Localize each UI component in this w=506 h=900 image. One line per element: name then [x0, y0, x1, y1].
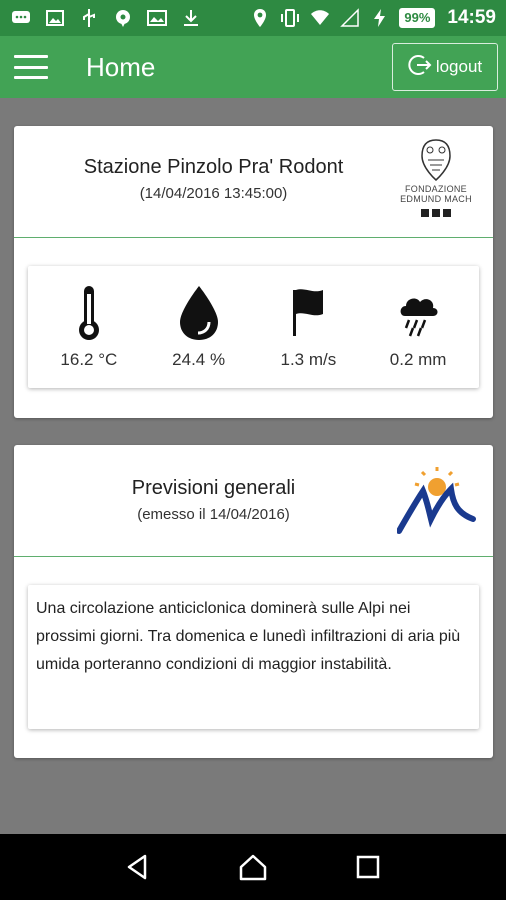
image-icon	[44, 8, 66, 28]
recents-icon	[357, 855, 380, 879]
flag-icon	[293, 289, 324, 336]
forecast-card: Previsioni generali (emesso il 14/04/201…	[14, 445, 493, 758]
logout-button[interactable]: logout	[392, 43, 498, 91]
status-notifications	[10, 8, 202, 28]
status-bar: 99% 14:59	[0, 0, 506, 36]
fem-crest-icon	[421, 139, 451, 181]
humidity-value: 24.4 %	[172, 350, 226, 369]
wifi-icon	[309, 8, 331, 28]
charging-icon	[369, 8, 391, 28]
battery-indicator: 99%	[399, 8, 436, 28]
back-icon	[127, 854, 146, 880]
status-system: 99% 14:59	[249, 7, 496, 29]
vibrate-icon	[279, 8, 301, 28]
metric-rain: 0.2 mm	[368, 284, 468, 370]
water-drop-icon	[179, 286, 218, 340]
temperature-value: 16.2 °C	[60, 350, 118, 369]
forecast-title: Previsioni generali	[131, 477, 296, 499]
status-time: 14:59	[447, 7, 496, 28]
forecast-text-panel: Una circolazione anticiclonica dominerà …	[28, 585, 479, 729]
logout-label: logout	[435, 57, 483, 76]
location-chat-icon	[112, 8, 134, 28]
download-icon	[180, 8, 202, 28]
back-button[interactable]	[118, 847, 158, 887]
gps-icon	[249, 8, 271, 28]
navigation-bar	[0, 834, 506, 900]
thermometer-icon	[78, 286, 99, 340]
fondazione-edmund-mach-logo: FONDAZIONE EDMUND MACH	[391, 138, 481, 234]
chat-icon	[10, 8, 32, 28]
metric-temperature: 16.2 °C	[39, 284, 139, 370]
rain-value: 0.2 mm	[389, 350, 447, 369]
forecast-issued-date: (emesso il 14/04/2016)	[137, 506, 290, 523]
station-metrics-panel: 16.2 °C 24.4 % 1.3 m/s 0.2 mm	[28, 266, 479, 388]
usb-icon	[78, 8, 100, 28]
fem-logo-squares	[421, 209, 451, 217]
metric-humidity: 24.4 %	[149, 284, 249, 370]
home-icon	[239, 854, 267, 881]
home-button[interactable]	[233, 847, 273, 887]
logout-icon	[408, 53, 432, 82]
station-card: Stazione Pinzolo Pra' Rodont (14/04/2016…	[14, 126, 493, 418]
fem-logo-text: FONDAZIONE EDMUND MACH	[400, 184, 472, 204]
station-title: Stazione Pinzolo Pra' Rodont	[83, 156, 344, 178]
page-title: Home	[86, 51, 156, 82]
forecast-text: Una circolazione anticiclonica dominerà …	[36, 600, 461, 673]
station-timestamp: (14/04/2016 13:45:00)	[139, 185, 288, 202]
meteotrentino-logo	[397, 467, 476, 534]
forecast-card-header: Previsioni generali (emesso il 14/04/201…	[14, 445, 493, 557]
gallery-icon	[146, 8, 168, 28]
app-bar: Home logout	[0, 36, 506, 98]
wind-value: 1.3 m/s	[280, 350, 337, 369]
rain-cloud-icon	[400, 298, 438, 337]
metric-wind: 1.3 m/s	[258, 284, 358, 370]
signal-icon	[339, 8, 361, 28]
menu-icon[interactable]	[14, 55, 48, 79]
recents-button[interactable]	[348, 847, 388, 887]
station-card-header: Stazione Pinzolo Pra' Rodont (14/04/2016…	[14, 126, 493, 238]
